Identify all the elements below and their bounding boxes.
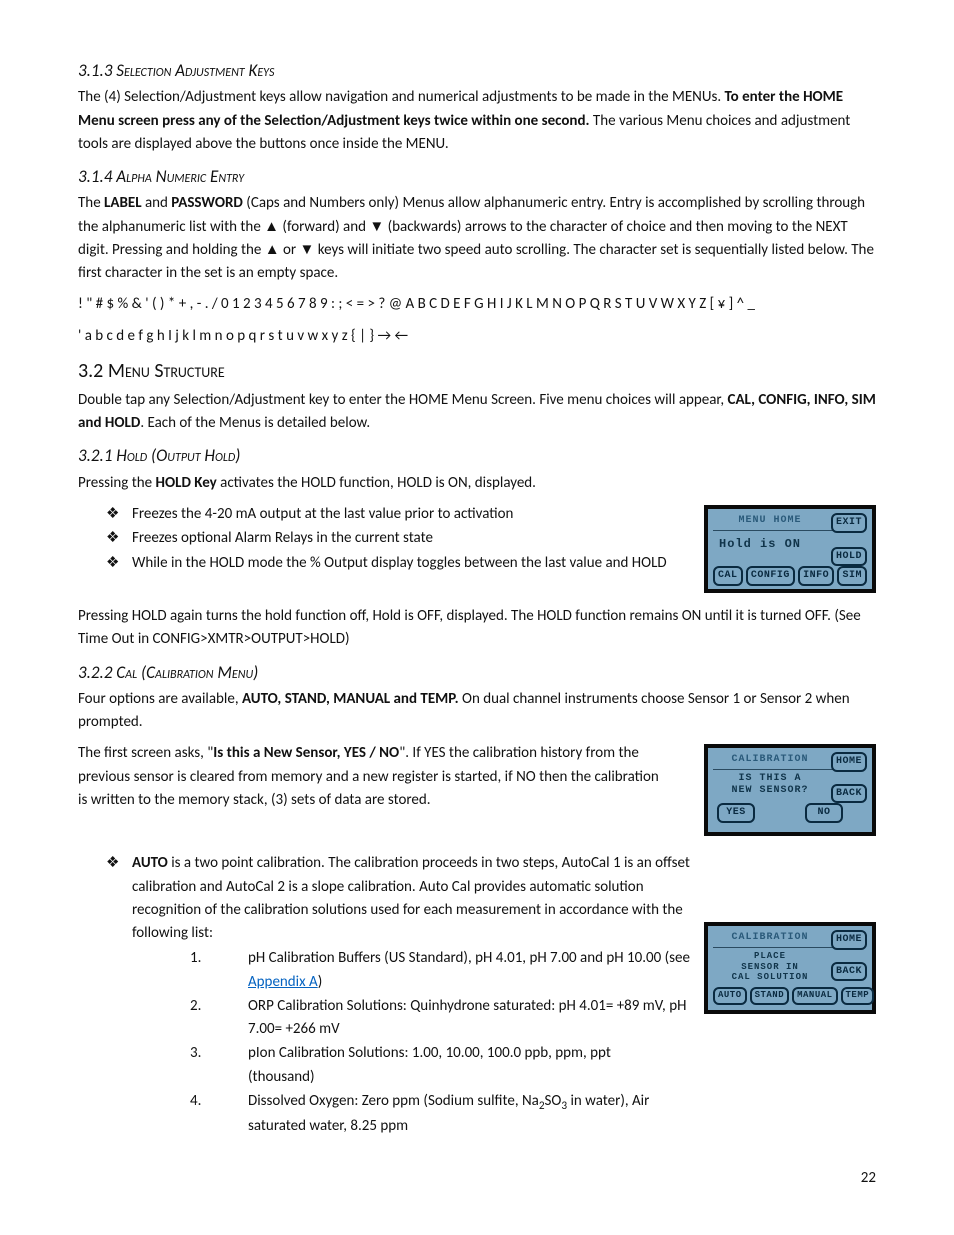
text: and (142, 194, 172, 212)
text-bold: LABEL (104, 194, 142, 212)
text: The first screen asks, " (78, 744, 213, 762)
text-bold: AUTO (132, 854, 168, 872)
lcd-sim-button: SIM (837, 566, 867, 586)
lcd-hold-button: HOLD (831, 547, 867, 567)
list-item: AUTO is a two point calibration. The cal… (132, 852, 876, 1138)
text: While in the HOLD mode the % Output disp… (132, 552, 732, 575)
text-bold: AUTO, STAND, MANUAL and TEMP. (242, 690, 459, 708)
para-321a: Pressing the HOLD Key activates the HOLD… (78, 472, 876, 495)
heading-322: 3.2.2 Cal (Calibration Menu) (78, 660, 876, 686)
text: Dissolved Oxygen: Zero ppm (Sodium sulfi… (248, 1092, 539, 1110)
lcd-exit-button: EXIT (831, 513, 867, 533)
list-item: ORP Calibration Solutions: Quinhydrone s… (248, 995, 876, 1042)
lcd-home-button: HOME (831, 752, 867, 772)
text-bold: PASSWORD (171, 194, 243, 212)
cal-bullet-list: AUTO is a two point calibration. The cal… (78, 852, 876, 1138)
list-item: pH Calibration Buffers (US Standard), pH… (248, 947, 876, 994)
text-bold: HOLD Key (156, 474, 217, 492)
lcd-no-button: NO (805, 803, 843, 823)
text: Pressing the (78, 474, 156, 492)
charset-line-1: ! " # $ % & ' ( ) * + , - . / 0 1 2 3 4 … (78, 293, 876, 316)
para-313: The (4) Selection/Adjustment keys allow … (78, 86, 876, 156)
text: SO (545, 1092, 562, 1110)
list-item: Dissolved Oxygen: Zero ppm (Sodium sulfi… (248, 1090, 876, 1139)
lcd-calibration-new-sensor: HOME BACK CALIBRATION IS THIS A NEW SENS… (704, 744, 876, 836)
text: The (4) Selection/Adjustment keys allow … (78, 88, 725, 106)
lcd-hold-screen: EXIT HOLD MENU HOME Hold is ON CAL CONFI… (704, 505, 876, 593)
lcd-title: CALIBRATION (713, 930, 843, 948)
lcd-yes-button: YES (717, 803, 755, 823)
heading-321: 3.2.1 Hold (Output Hold) (78, 443, 876, 469)
heading-313: 3.1.3 Selection Adjustment Keys (78, 58, 876, 84)
text: Four options are available, (78, 690, 242, 708)
lcd-config-button: CONFIG (746, 566, 795, 586)
text-bold: Is this a New Sensor, YES / NO (213, 744, 399, 762)
page-number: 22 (78, 1167, 876, 1190)
para-321b: Pressing HOLD again turns the hold funct… (78, 605, 876, 652)
para-322b: The first screen asks, "Is this a New Se… (78, 742, 668, 812)
lcd-back-button: BACK (831, 784, 867, 804)
lcd-title: MENU HOME (713, 513, 843, 531)
appendix-a-link[interactable]: Appendix A (248, 973, 318, 991)
lcd-message-line: NEW SENSOR? (713, 785, 837, 797)
cal-numbered-list: pH Calibration Buffers (US Standard), pH… (132, 947, 876, 1138)
heading-314: 3.1.4 Alpha Numeric Entry (78, 164, 876, 190)
text: ) (318, 973, 323, 991)
list-item: pIon Calibration Solutions: 1.00, 10.00,… (248, 1042, 876, 1089)
text: Double tap any Selection/Adjustment key … (78, 391, 728, 409)
text: pIon Calibration Solutions: 1.00, 10.00,… (248, 1042, 648, 1089)
para-32: Double tap any Selection/Adjustment key … (78, 389, 876, 436)
charset-line-2: ' a b c d e f g h I j k l m n o p q r s … (78, 325, 876, 348)
text: . Each of the Menus is detailed below. (140, 414, 370, 432)
text: pH Calibration Buffers (US Standard), pH… (248, 949, 690, 967)
para-322a: Four options are available, AUTO, STAND,… (78, 688, 876, 735)
text: activates the HOLD function, HOLD is ON,… (217, 474, 536, 492)
text: The (78, 194, 104, 212)
para-314: The LABEL and PASSWORD (Caps and Numbers… (78, 192, 876, 285)
lcd-title: CALIBRATION (713, 752, 843, 770)
heading-32: 3.2 Menu Structure (78, 356, 876, 387)
lcd-info-button: INFO (798, 566, 834, 586)
text: is a two point calibration. The calibrat… (132, 854, 690, 942)
lcd-message-line: IS THIS A (713, 773, 837, 785)
lcd-cal-button: CAL (713, 566, 743, 586)
